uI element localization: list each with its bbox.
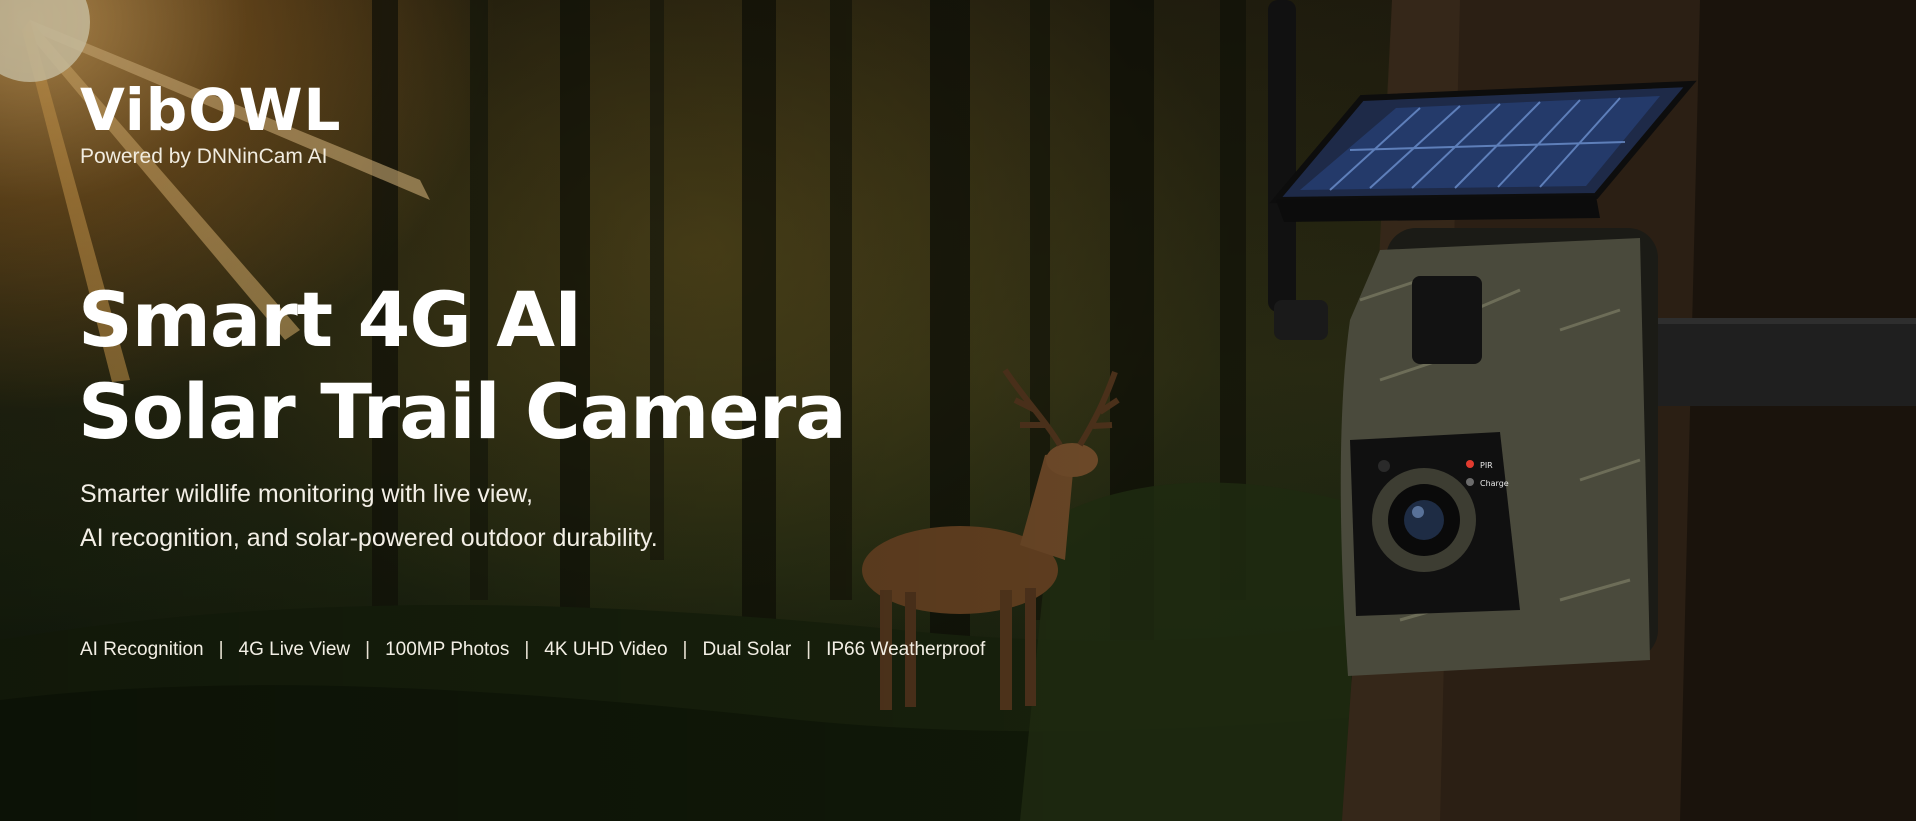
- strap: [1655, 318, 1916, 406]
- feature-item: Dual Solar: [702, 639, 792, 660]
- feature-separator: |: [682, 639, 688, 660]
- feature-item: 4K UHD Video: [544, 639, 668, 660]
- charge-label: Charge: [1480, 479, 1509, 488]
- headline-line-2: Solar Trail Camera: [78, 367, 847, 456]
- pir-label: PIR: [1480, 461, 1493, 470]
- feature-item: 4G Live View: [238, 639, 351, 660]
- headline: Smart 4G AI Solar Trail Camera: [78, 274, 847, 458]
- headline-line-1: Smart 4G AI: [78, 275, 582, 364]
- feature-item: AI Recognition: [80, 639, 204, 660]
- feature-separator: |: [524, 639, 530, 660]
- subtitle: Smarter wildlife monitoring with live vi…: [80, 472, 658, 560]
- feature-separator: |: [365, 639, 371, 660]
- feature-item: IP66 Weatherproof: [826, 639, 986, 660]
- feature-item: 100MP Photos: [385, 639, 510, 660]
- brand-block: VibOWL Powered by DNNinCam AI: [80, 78, 342, 170]
- trail-camera-graphic: PIR Charge: [1340, 228, 1658, 676]
- subtitle-line-1: Smarter wildlife monitoring with live vi…: [80, 480, 533, 508]
- feature-separator: |: [218, 639, 224, 660]
- hero-banner: PIR Charge VibOWL Powered by DNNinCam AI…: [0, 0, 1916, 821]
- feature-list: AI Recognition | 4G Live View | 100MP Photos…: [80, 636, 985, 664]
- subtitle-line-2: AI recognition, and solar-powered outdoo…: [80, 524, 658, 552]
- brand-tagline: Powered by DNNinCam AI: [80, 145, 328, 168]
- pir-led: [1466, 460, 1474, 468]
- brand-logo: VibOWL: [80, 76, 342, 144]
- feature-separator: |: [806, 639, 812, 660]
